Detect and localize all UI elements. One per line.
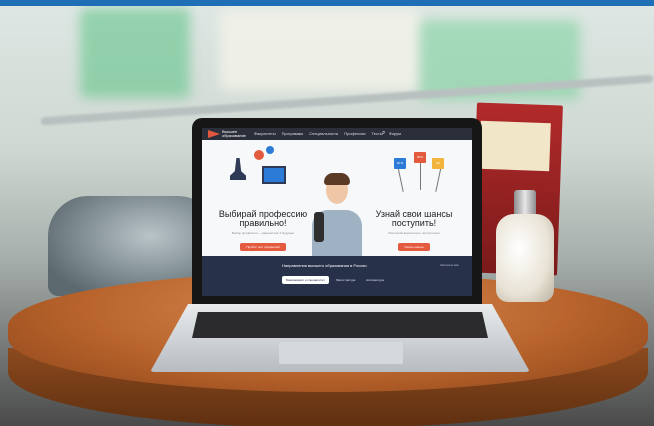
tab-bachelor[interactable]: Бакалавриат и специалитет (282, 276, 329, 284)
hero-right-title: Узнай свои шансы поступить! (375, 209, 453, 228)
sign-stick (420, 162, 421, 190)
photo-scene: Высшее образование Факультеты Программы … (0, 0, 654, 426)
atom-icon (254, 150, 264, 160)
nav-item[interactable]: Специальности (309, 131, 338, 136)
directions-title: Направления высшего образования в России (282, 263, 367, 268)
student-hair (324, 173, 350, 185)
chances-button[interactable]: Узнать шансы (398, 243, 430, 251)
menu-card (479, 120, 551, 172)
top-bar (0, 0, 654, 6)
hero-section: Выбирай профессию правильно! Выбор профе… (202, 140, 472, 268)
search-icon[interactable]: ⌕ (382, 130, 385, 137)
sugar-shaker (496, 214, 554, 302)
sign-exam: ЕГЭ (394, 158, 406, 169)
nav-item[interactable]: Профессии (344, 131, 365, 136)
sign-ok: ОК (432, 158, 444, 169)
sign-university: ВУЗ (414, 152, 426, 163)
tab-postgraduate[interactable]: Аспирантура (362, 276, 388, 284)
profession-test-button[interactable]: Пройти тест профессий (240, 243, 286, 251)
site-logo-text: Высшее образование (222, 129, 246, 138)
directions-strip: Направления высшего образования в России… (202, 256, 472, 296)
light-panel-green (80, 8, 190, 98)
hero-left: Выбирай профессию правильно! Выбор профе… (218, 210, 308, 253)
rocket-icon (266, 146, 274, 154)
laptop-screen: Высшее образование Факультеты Программы … (202, 128, 472, 296)
nav-item[interactable]: Программы (282, 131, 304, 136)
light-panel-white (220, 10, 420, 90)
see-all-link[interactable]: Смотреть все (440, 263, 459, 267)
tab-master[interactable]: Магистратура (332, 276, 359, 284)
nav-item[interactable]: Форум (389, 131, 401, 136)
site-navbar: Высшее образование Факультеты Программы … (202, 128, 472, 140)
microscope-icon (230, 158, 246, 180)
logo-icon (208, 130, 220, 138)
laptop-keyboard (192, 312, 488, 338)
hero-right-subtitle: Рассчитай вероятность поступления (388, 231, 440, 235)
hero-left-title: Выбирай профессию правильно! (218, 209, 308, 228)
sign-stick (435, 166, 442, 192)
backpack-strap (314, 212, 324, 242)
hero-left-subtitle: Выбор профессии — важный шаг в будущее (231, 231, 295, 235)
hero-right: Узнай свои шансы поступить! Рассчитай ве… (366, 210, 462, 253)
laptop-trackpad (279, 342, 403, 364)
sign-stick (397, 166, 404, 192)
nav-menu: Факультеты Программы Специальности Профе… (254, 131, 401, 136)
monitor-icon (262, 166, 286, 184)
nav-item[interactable]: Факультеты (254, 131, 276, 136)
